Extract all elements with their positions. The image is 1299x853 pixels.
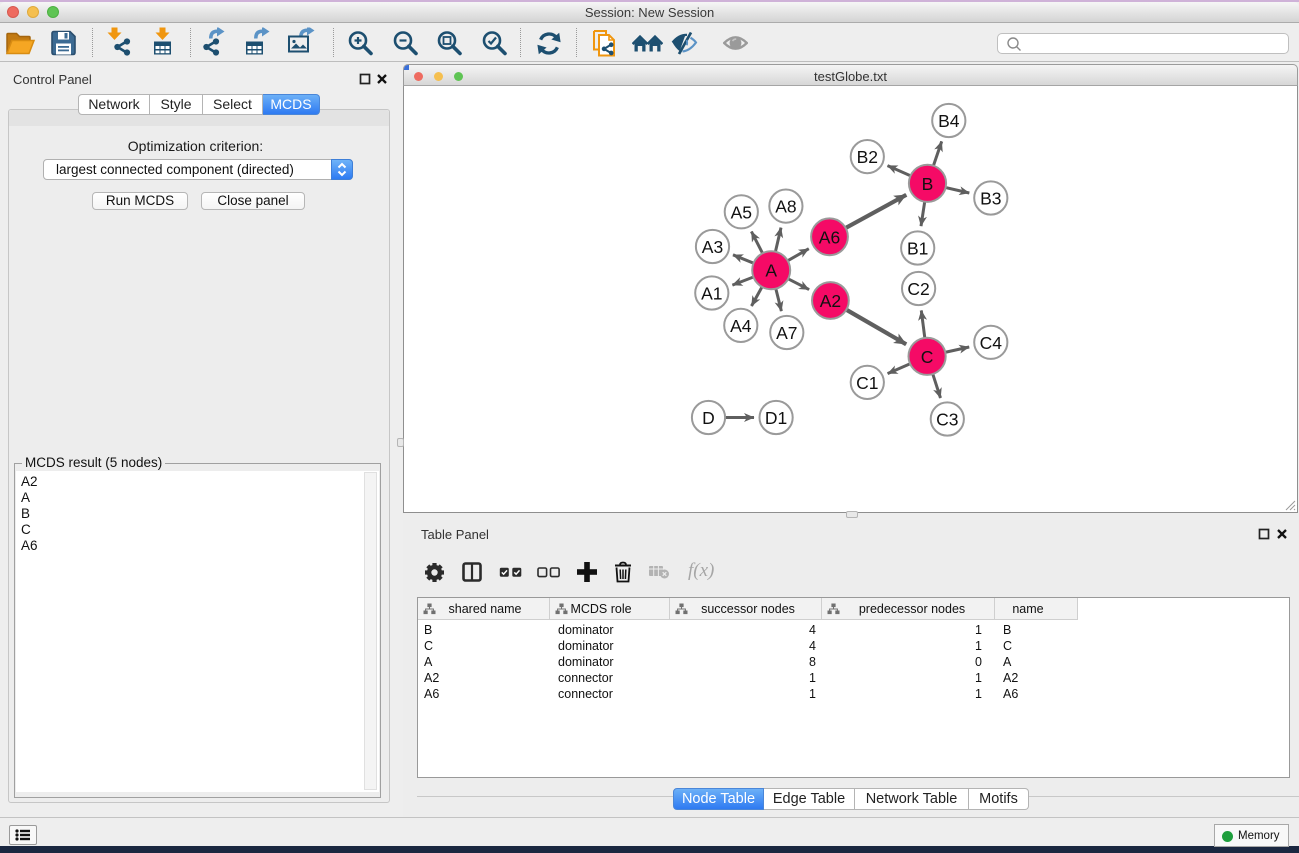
svg-text:A: A bbox=[765, 261, 777, 281]
svg-text:B2: B2 bbox=[857, 147, 878, 167]
svg-text:C: C bbox=[921, 347, 934, 367]
svg-text:A4: A4 bbox=[730, 316, 752, 336]
svg-text:A5: A5 bbox=[731, 202, 752, 222]
svg-text:B4: B4 bbox=[938, 111, 960, 131]
svg-text:D1: D1 bbox=[765, 408, 787, 428]
svg-text:B1: B1 bbox=[907, 239, 928, 259]
svg-text:A2: A2 bbox=[820, 291, 841, 311]
svg-text:B3: B3 bbox=[980, 189, 1001, 209]
svg-text:A6: A6 bbox=[819, 227, 840, 247]
svg-text:C3: C3 bbox=[936, 410, 958, 430]
svg-text:D: D bbox=[702, 408, 715, 428]
svg-text:B: B bbox=[922, 174, 934, 194]
svg-text:C1: C1 bbox=[856, 373, 878, 393]
svg-text:A7: A7 bbox=[776, 323, 797, 343]
svg-text:C2: C2 bbox=[907, 279, 929, 299]
svg-text:A3: A3 bbox=[702, 237, 723, 257]
svg-text:A8: A8 bbox=[775, 197, 796, 217]
svg-text:A1: A1 bbox=[701, 284, 722, 304]
svg-text:C4: C4 bbox=[980, 333, 1003, 353]
